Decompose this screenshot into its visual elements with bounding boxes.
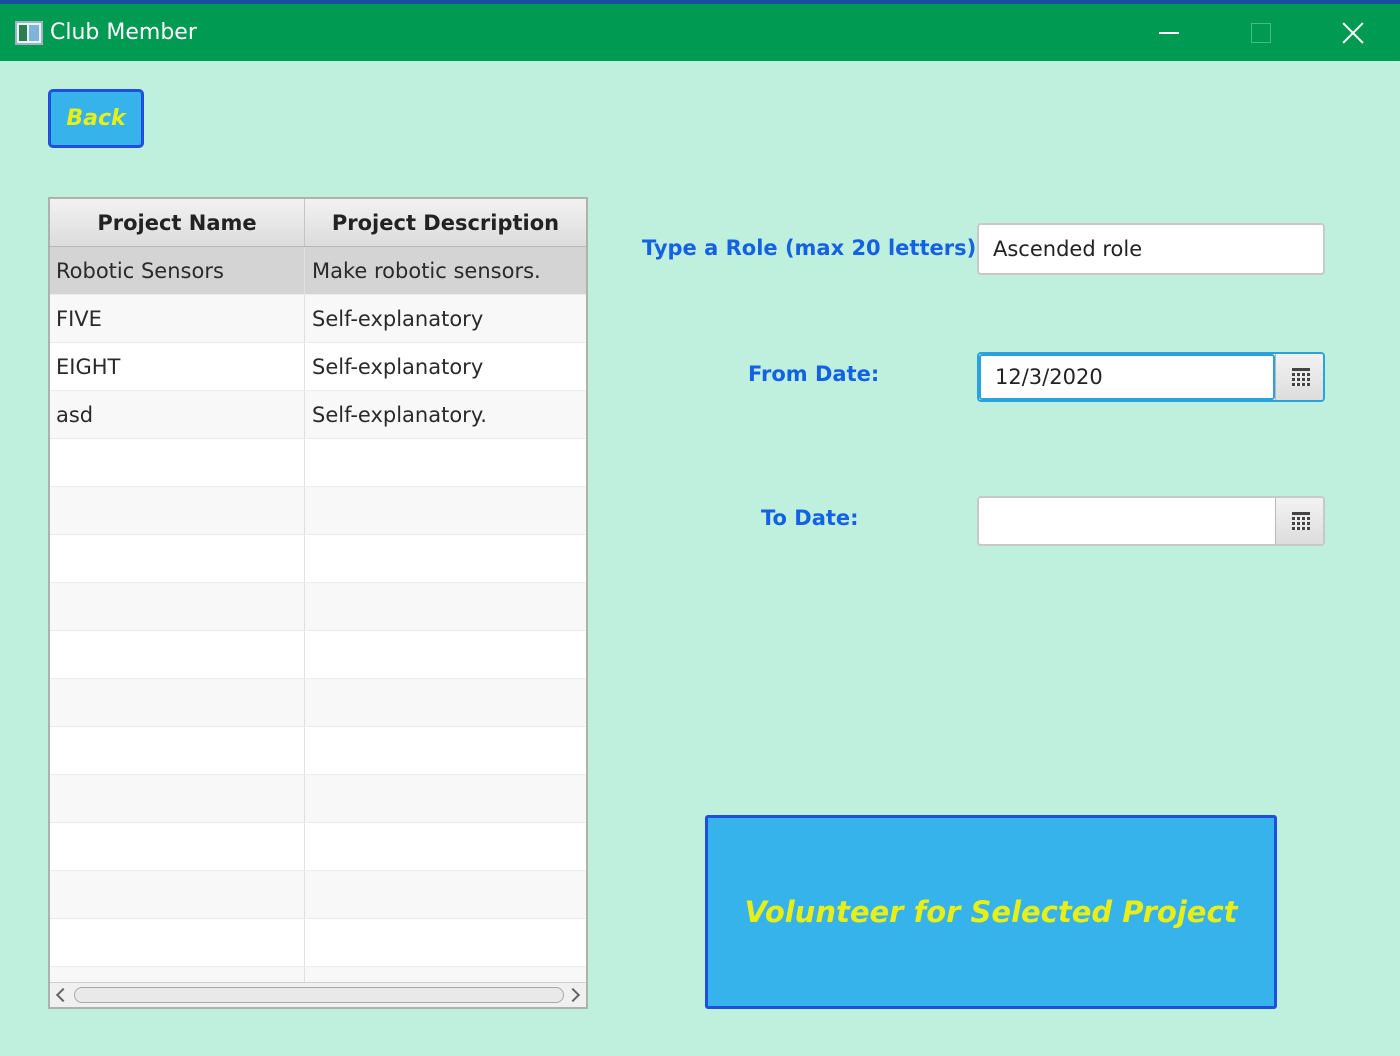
- to-date-input[interactable]: [979, 498, 1275, 544]
- minimize-icon: [1159, 31, 1179, 34]
- table-row[interactable]: Robotic Sensors Make robotic sensors.: [50, 247, 586, 295]
- table-row[interactable]: [50, 583, 586, 631]
- table-body: Robotic Sensors Make robotic sensors. FIVE…: [50, 247, 586, 1007]
- cell-project-name: [50, 775, 305, 822]
- table-row[interactable]: [50, 487, 586, 535]
- from-date-picker[interactable]: [977, 352, 1325, 402]
- cell-project-name: [50, 631, 305, 678]
- table-row[interactable]: [50, 631, 586, 679]
- table-row[interactable]: [50, 775, 586, 823]
- cell-project-description: Self-explanatory: [312, 306, 484, 331]
- column-header-project-name[interactable]: Project Name: [50, 199, 305, 246]
- cell-project-name: [50, 583, 305, 630]
- cell-project-name: asd: [50, 391, 305, 438]
- calendar-icon: [1291, 368, 1310, 386]
- table-row[interactable]: [50, 679, 586, 727]
- table-row[interactable]: EIGHT Self-explanatory: [50, 343, 586, 391]
- table-row[interactable]: [50, 439, 586, 487]
- cell-project-description: Make robotic sensors.: [312, 258, 541, 283]
- to-date-label: To Date:: [761, 506, 859, 530]
- cell-project-description: [305, 487, 586, 534]
- volunteer-button[interactable]: Volunteer for Selected Project: [705, 815, 1277, 1009]
- to-date-picker[interactable]: [977, 496, 1325, 546]
- cell-project-description: [305, 823, 586, 870]
- cell-project-description: [305, 679, 586, 726]
- cell-project-description: [305, 871, 586, 918]
- close-icon: [1342, 22, 1364, 44]
- cell-project-name: [50, 823, 305, 870]
- table-row[interactable]: [50, 727, 586, 775]
- maximize-button[interactable]: [1216, 4, 1306, 61]
- role-label: Type a Role (max 20 letters):: [642, 236, 985, 260]
- title-bar[interactable]: Club Member: [0, 4, 1400, 61]
- column-header-project-description[interactable]: Project Description: [305, 199, 586, 246]
- cell-project-name: FIVE: [50, 295, 305, 342]
- cell-project-description: [305, 775, 586, 822]
- cell-project-description: [305, 439, 586, 486]
- scrollbar-thumb[interactable]: [74, 987, 564, 1003]
- maximize-icon: [1251, 22, 1271, 43]
- table-row[interactable]: asd Self-explanatory.: [50, 391, 586, 439]
- projects-table[interactable]: Project Name Project Description Robotic…: [48, 197, 588, 1009]
- role-input[interactable]: [977, 223, 1325, 275]
- cell-project-description: [305, 535, 586, 582]
- cell-project-name: [50, 871, 305, 918]
- cell-project-name: [50, 487, 305, 534]
- from-date-calendar-button[interactable]: [1275, 354, 1323, 400]
- window-title: Club Member: [50, 20, 197, 45]
- table-row[interactable]: [50, 871, 586, 919]
- cell-project-name: EIGHT: [50, 343, 305, 390]
- from-date-input[interactable]: [979, 354, 1275, 400]
- cell-project-name: Robotic Sensors: [50, 247, 305, 294]
- scroll-right-icon[interactable]: [568, 988, 582, 1002]
- cell-project-description: [305, 919, 586, 966]
- table-row[interactable]: FIVE Self-explanatory: [50, 295, 586, 343]
- scroll-left-icon[interactable]: [54, 988, 68, 1002]
- cell-project-name: [50, 535, 305, 582]
- cell-project-name: [50, 919, 305, 966]
- table-header: Project Name Project Description: [50, 199, 586, 247]
- to-date-calendar-button[interactable]: [1275, 498, 1323, 544]
- calendar-icon: [1291, 512, 1310, 530]
- table-row[interactable]: [50, 823, 586, 871]
- cell-project-description: Self-explanatory: [312, 354, 484, 379]
- cell-project-name: [50, 439, 305, 486]
- table-row[interactable]: [50, 919, 586, 967]
- cell-project-name: [50, 727, 305, 774]
- from-date-label: From Date:: [748, 362, 880, 386]
- horizontal-scrollbar[interactable]: [50, 982, 586, 1007]
- close-button[interactable]: [1308, 4, 1398, 61]
- cell-project-description: [305, 631, 586, 678]
- app-window-icon: [15, 21, 43, 45]
- cell-project-description: Self-explanatory.: [312, 402, 487, 427]
- table-row[interactable]: [50, 535, 586, 583]
- minimize-button[interactable]: [1124, 4, 1214, 61]
- back-button[interactable]: Back: [48, 89, 144, 148]
- cell-project-name: [50, 679, 305, 726]
- cell-project-description: [305, 583, 586, 630]
- cell-project-description: [305, 727, 586, 774]
